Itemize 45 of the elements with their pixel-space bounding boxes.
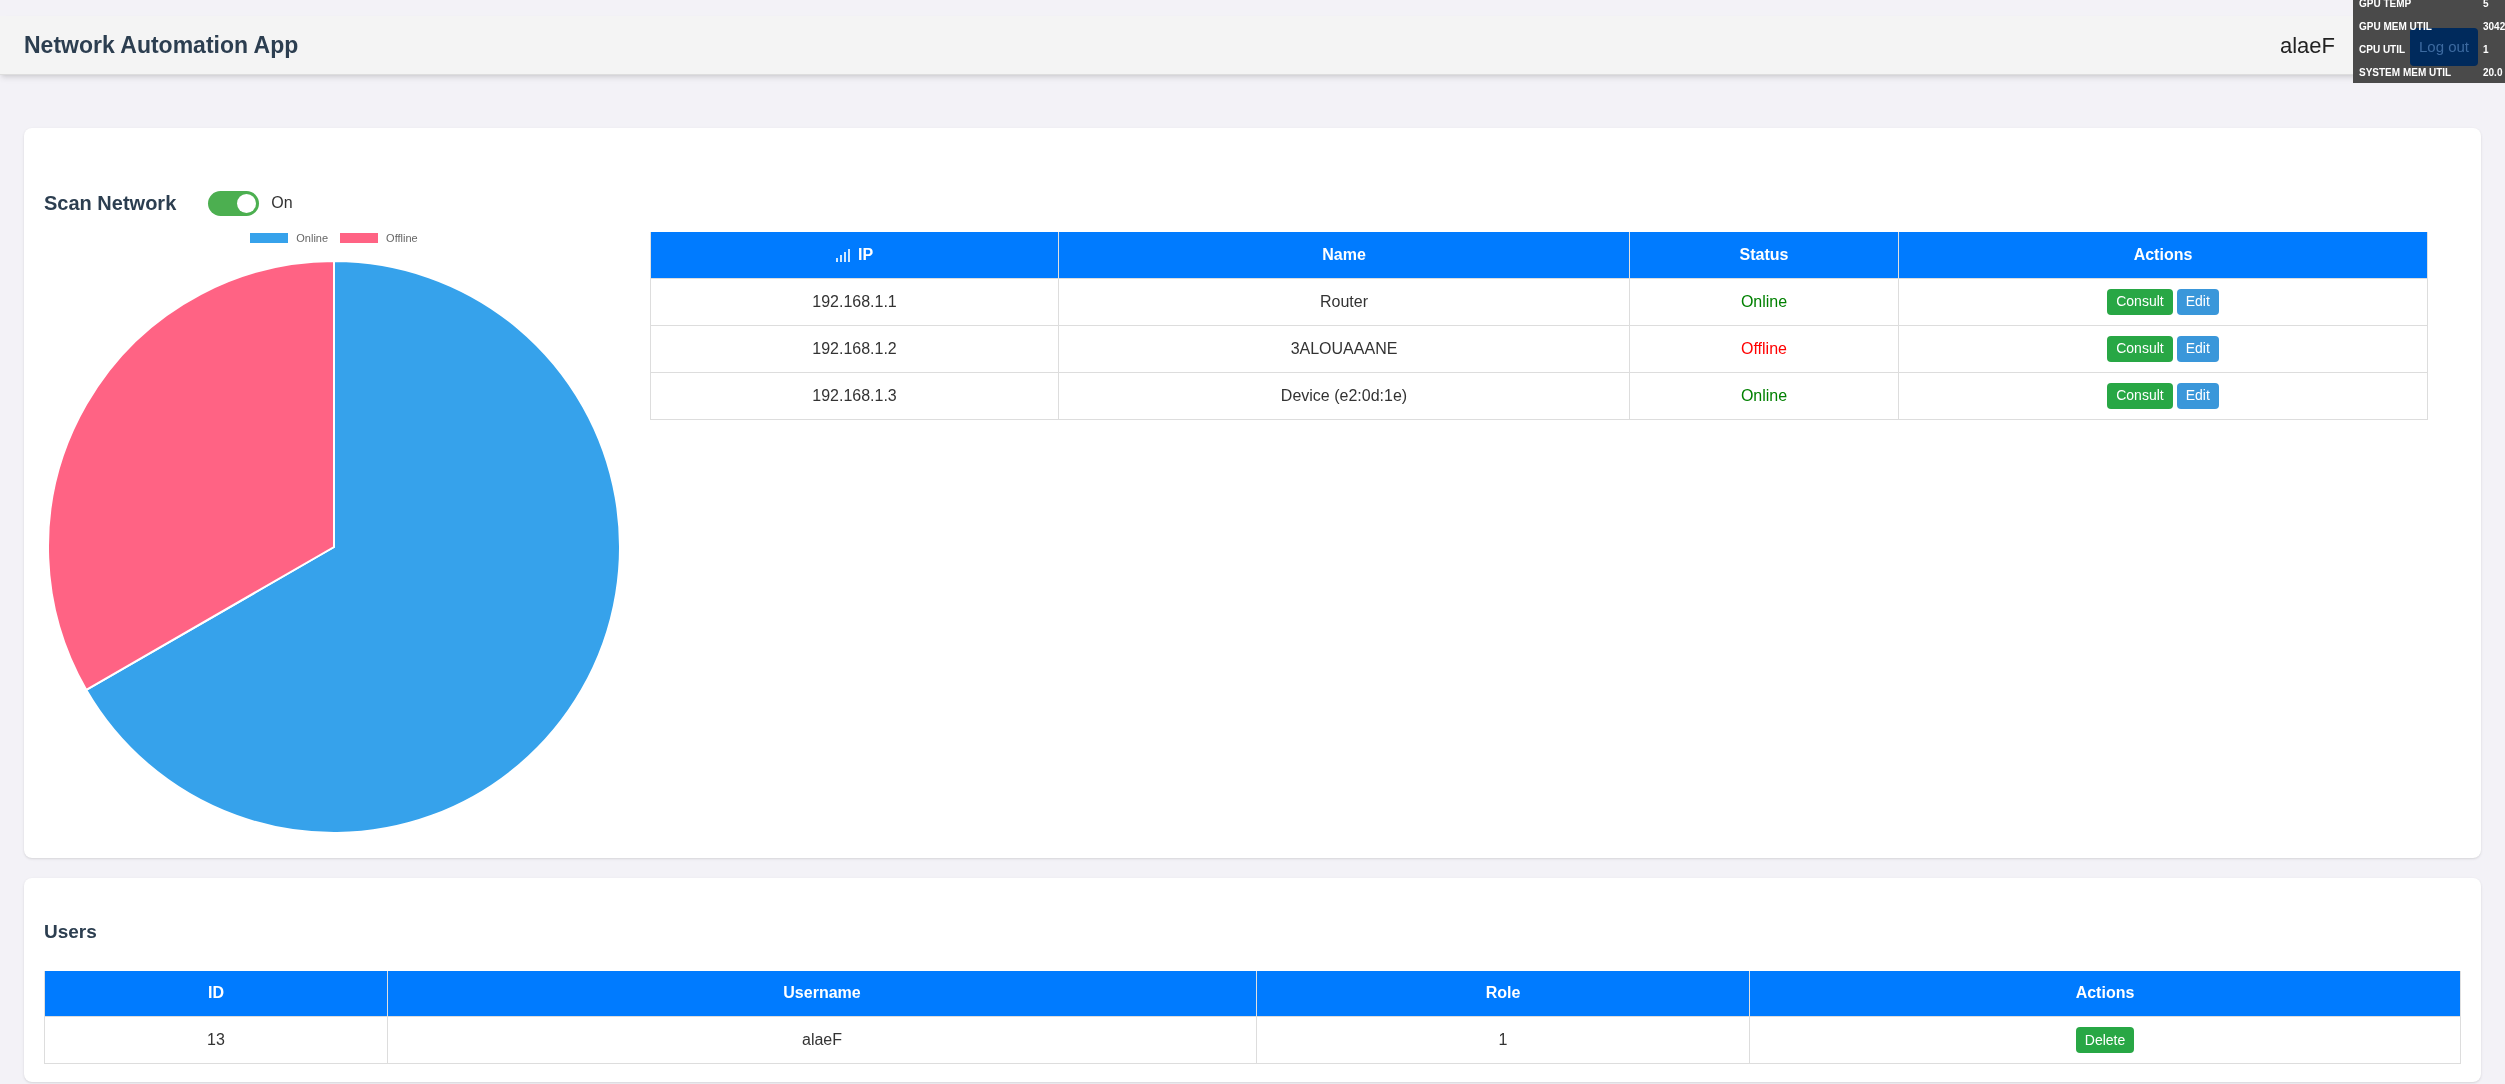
username: alaeF (2279, 31, 2335, 60)
section-title: Users (44, 921, 97, 942)
column-header: Name (1058, 232, 1630, 278)
monitor-value: 3042 (2483, 20, 2505, 34)
legend-swatch (250, 233, 289, 244)
consult-button[interactable]: Consult (2107, 335, 2173, 362)
section-title: Scan Network (44, 191, 177, 216)
monitor-value: 20.0 (2483, 66, 2504, 80)
table-cell: 192.168.1.3 (650, 372, 1059, 419)
column-header: Username (387, 970, 1257, 1017)
status-cell: Online (1629, 278, 1899, 325)
table-cell: 13 (44, 1016, 388, 1064)
column-header: Actions (1749, 970, 2461, 1017)
status-cell: Online (1629, 372, 1899, 419)
column-header: IP (650, 232, 1059, 278)
table-cell: Router (1058, 278, 1630, 325)
table-cell: 192.168.1.2 (650, 325, 1059, 372)
column-header: ID (44, 970, 388, 1017)
monitor-label: GPU TEMP (2359, 0, 2412, 11)
signal-icon (835, 249, 850, 262)
monitor-value: 1 (2483, 43, 2490, 57)
table-cell: 1 (1256, 1016, 1750, 1064)
legend-label: Offline (386, 231, 418, 246)
table-cell: Device (e2:0d:1e) (1058, 372, 1630, 419)
table-cell: alaeF (387, 1016, 1257, 1064)
column-header: Actions (1898, 232, 2428, 278)
monitor-label: SYSTEM MEM UTIL (2359, 66, 2452, 80)
toggle-switch[interactable] (208, 190, 260, 216)
consult-button[interactable]: Consult (2107, 288, 2173, 315)
app-title: Network Automation App (24, 30, 299, 60)
delete-button[interactable]: Delete (2075, 1027, 2135, 1053)
edit-button[interactable]: Edit (2176, 335, 2219, 362)
toggle-label: On (271, 193, 293, 213)
edit-button[interactable]: Edit (2176, 288, 2219, 315)
status-cell: Offline (1629, 325, 1899, 372)
table-cell: 3ALOUAAANE (1058, 325, 1630, 372)
table-cell: 192.168.1.1 (650, 278, 1059, 325)
consult-button[interactable]: Consult (2107, 382, 2173, 409)
column-header: Status (1629, 232, 1899, 278)
legend-label: Online (296, 231, 329, 246)
legend-swatch (340, 233, 379, 244)
edit-button[interactable]: Edit (2176, 382, 2219, 409)
column-header: Role (1256, 970, 1750, 1017)
monitor-label: CPU UTIL (2359, 43, 2406, 57)
monitor-value: 5 (2483, 0, 2490, 11)
